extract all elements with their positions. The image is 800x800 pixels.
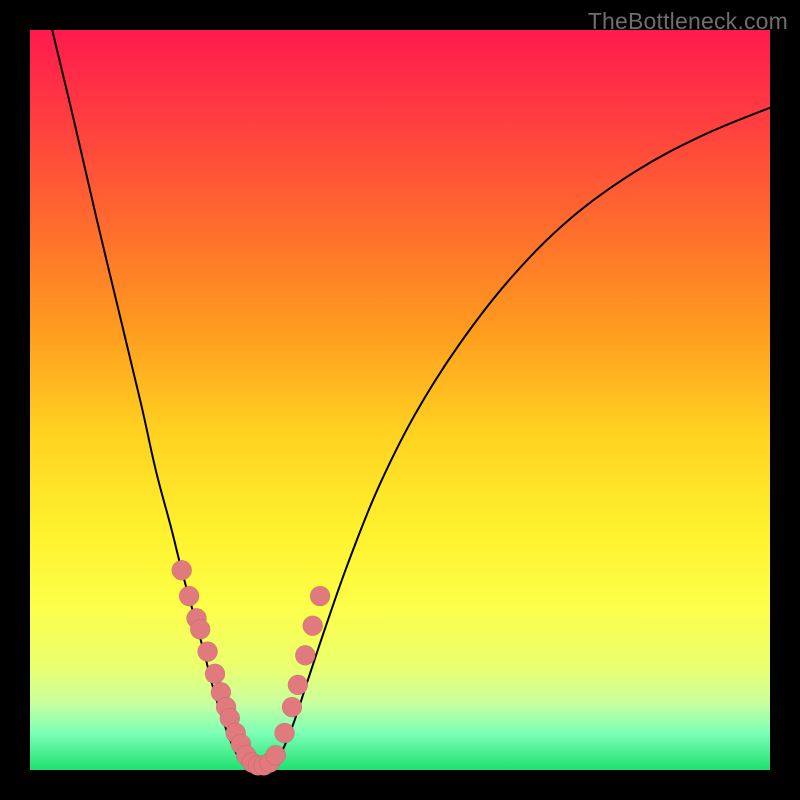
chart-frame: TheBottleneck.com xyxy=(0,0,800,800)
highlight-dot xyxy=(275,723,295,743)
highlight-dots-group xyxy=(172,560,330,775)
highlight-dot xyxy=(198,642,218,662)
highlight-dot xyxy=(205,664,225,684)
highlight-dot xyxy=(179,586,199,606)
highlight-dot xyxy=(303,616,323,636)
highlight-dot xyxy=(282,697,302,717)
highlight-dot xyxy=(266,745,286,765)
line-right-branch xyxy=(278,108,770,761)
highlight-dot xyxy=(172,560,192,580)
highlight-dot xyxy=(295,645,315,665)
watermark-text: TheBottleneck.com xyxy=(588,8,788,35)
highlight-dot xyxy=(288,675,308,695)
chart-svg xyxy=(30,30,770,770)
highlight-dot xyxy=(310,586,330,606)
plot-area xyxy=(30,30,770,770)
highlight-dot xyxy=(190,619,210,639)
